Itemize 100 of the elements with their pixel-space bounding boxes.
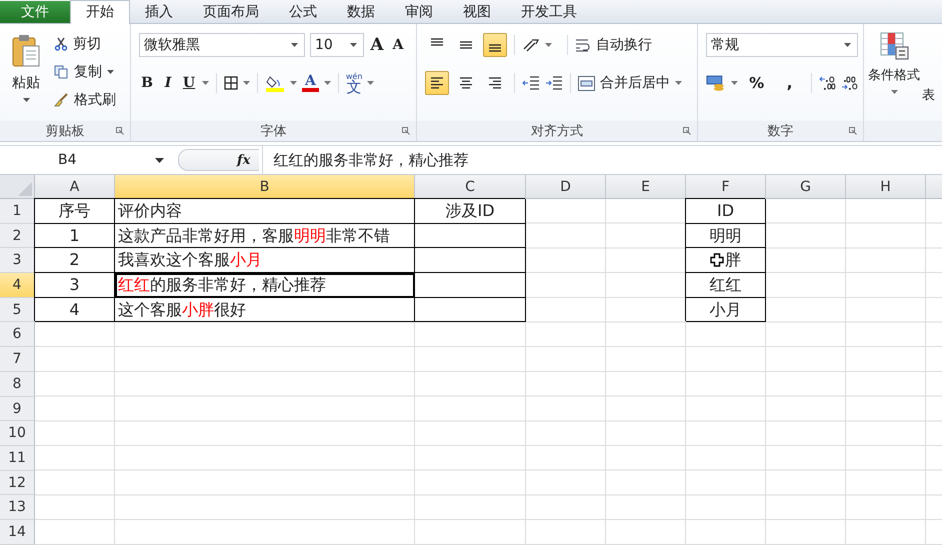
table-format-button[interactable]: 表 <box>922 86 935 121</box>
table-cell: 我喜欢这个客服小月 <box>115 248 415 274</box>
dialog-launcher-icon[interactable] <box>402 127 410 135</box>
caret-icon[interactable] <box>243 81 250 85</box>
fill-color-icon[interactable] <box>265 74 285 92</box>
increase-decimal-icon[interactable] <box>818 75 836 91</box>
ribbon-tab[interactable]: 文件 <box>0 1 70 23</box>
caret-icon <box>675 81 682 85</box>
font-size-dropdown[interactable]: 10 <box>310 33 364 57</box>
clipboard-icon <box>11 34 41 68</box>
group-title: 对齐方式 <box>531 123 583 140</box>
caret-icon <box>155 158 164 162</box>
insert-function-button[interactable]: fx <box>237 152 250 168</box>
horizontal-align-button[interactable] <box>425 71 449 95</box>
column-header[interactable]: H <box>846 175 926 199</box>
bold-button[interactable]: B <box>139 75 155 91</box>
merge-center-button[interactable]: 合并后居中 <box>578 71 682 95</box>
triangle-icon <box>18 182 32 196</box>
table-cell: 涉及ID <box>415 199 526 224</box>
font-name-dropdown[interactable]: 微软雅黑 <box>139 33 305 57</box>
table-cell: 评价内容 <box>115 199 415 224</box>
copy-button[interactable]: 复制 <box>54 60 116 84</box>
table-cell: 1 <box>35 224 115 248</box>
caret-icon[interactable] <box>290 81 297 85</box>
border-icon[interactable] <box>224 76 238 90</box>
caret-icon[interactable] <box>545 43 552 47</box>
decrease-indent-icon[interactable] <box>522 75 540 91</box>
dialog-launcher-icon[interactable] <box>683 127 691 135</box>
cut-button[interactable]: 剪切 <box>54 32 116 56</box>
percent-button[interactable]: % <box>742 74 771 92</box>
orientation-icon[interactable] <box>522 37 540 53</box>
column-header[interactable]: E <box>606 175 686 199</box>
conditional-format-icon <box>879 32 909 60</box>
dialog-launcher-icon[interactable] <box>116 127 124 135</box>
table-cell: 明明 <box>686 224 766 248</box>
ribbon-tab[interactable]: 公式 <box>274 1 332 23</box>
italic-button[interactable]: I <box>160 75 176 91</box>
scissors-icon <box>54 37 68 51</box>
column-header[interactable]: C <box>415 175 526 199</box>
number-format-dropdown[interactable]: 常规 <box>706 33 858 57</box>
column-header[interactable]: A <box>35 175 115 199</box>
row-header[interactable]: 2 <box>0 224 35 248</box>
caret-icon[interactable] <box>367 81 374 85</box>
row-header[interactable]: 3 <box>0 248 35 274</box>
increase-indent-icon[interactable] <box>545 75 563 91</box>
ribbon-tab[interactable]: 开始 <box>70 0 130 24</box>
group-title: 字体 <box>260 123 286 140</box>
splitter-handle[interactable] <box>178 149 259 171</box>
row-header[interactable]: 1 <box>0 199 35 224</box>
table-cell: ID <box>686 199 766 224</box>
ribbon-tab[interactable]: 页面布局 <box>188 1 274 23</box>
ribbon-tab[interactable]: 视图 <box>448 1 506 23</box>
decrease-decimal-icon[interactable] <box>841 75 859 91</box>
conditional-format-button[interactable]: 条件格式 <box>868 32 920 121</box>
formula-field[interactable]: 红红的服务非常好，精心推荐 <box>262 146 942 174</box>
align-right-icon <box>487 75 503 91</box>
row-header[interactable]: 10 <box>0 421 35 446</box>
table-cell: 2 <box>35 248 115 274</box>
comma-button[interactable]: , <box>776 74 804 92</box>
row-header[interactable]: 12 <box>0 470 35 496</box>
ribbon-tab[interactable]: 数据 <box>332 1 390 23</box>
column-header[interactable]: D <box>526 175 606 199</box>
caret-icon[interactable] <box>730 81 738 85</box>
name-box[interactable]: B4 <box>0 152 170 168</box>
ribbon-tab[interactable]: 插入 <box>130 1 188 23</box>
row-header[interactable]: 13 <box>0 495 35 520</box>
wrap-text-button[interactable]: 自动换行 <box>575 33 652 57</box>
row-header[interactable]: 4 <box>0 273 35 298</box>
row-header[interactable]: 11 <box>0 446 35 471</box>
row-header[interactable]: 8 <box>0 372 35 396</box>
table-cell: 序号 <box>35 199 115 224</box>
paste-button[interactable]: 粘贴 <box>8 32 44 121</box>
dialog-launcher-icon[interactable] <box>849 127 857 135</box>
row-header[interactable]: 5 <box>0 298 35 322</box>
caret-icon <box>291 43 298 47</box>
font-color-button[interactable]: A <box>302 74 319 92</box>
underline-button[interactable]: U <box>181 75 197 91</box>
table-cell: 4 <box>35 298 115 322</box>
shrink-font-button[interactable]: A <box>390 37 406 53</box>
caret-icon[interactable] <box>324 81 331 85</box>
row-header[interactable]: 7 <box>0 347 35 372</box>
column-header[interactable]: G <box>766 175 846 199</box>
caret-icon[interactable] <box>202 81 209 85</box>
column-header[interactable]: B <box>115 175 415 199</box>
currency-icon[interactable] <box>706 75 726 91</box>
caret-icon <box>890 90 898 94</box>
row-header[interactable]: 6 <box>0 322 35 348</box>
align-center-icon <box>458 75 474 91</box>
align-middle-icon <box>459 41 473 49</box>
ribbon-tab[interactable]: 开发工具 <box>506 1 592 23</box>
row-header[interactable]: 9 <box>0 396 35 422</box>
grow-font-button[interactable]: A <box>369 35 385 55</box>
vertical-align-button[interactable] <box>483 33 507 57</box>
table-cell: 红红 <box>686 273 766 298</box>
ribbon-tab[interactable]: 审阅 <box>390 1 448 23</box>
row-header[interactable]: 14 <box>0 520 35 545</box>
group-title: 剪贴板 <box>46 123 84 140</box>
phonetic-button[interactable]: wén 文 <box>346 72 362 94</box>
format-painter-button[interactable]: 格式刷 <box>54 88 116 112</box>
column-header[interactable]: F <box>686 175 766 199</box>
